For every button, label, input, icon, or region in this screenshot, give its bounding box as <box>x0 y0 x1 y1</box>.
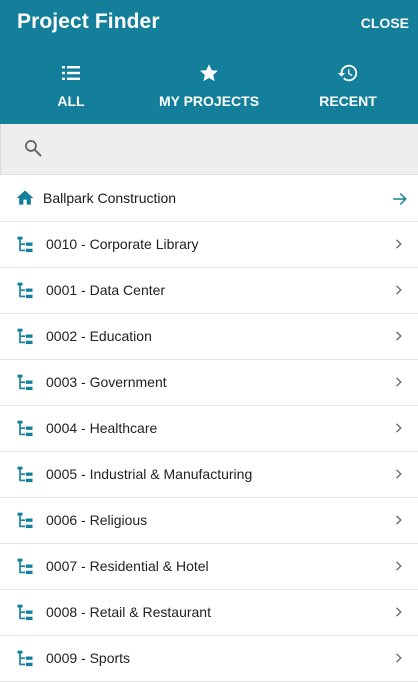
chevron-right-icon <box>392 513 406 532</box>
project-name: 0010 - Corporate Library <box>46 236 199 252</box>
project-row[interactable]: 0008 - Retail & Restaurant <box>0 590 418 636</box>
hierarchy-icon <box>15 465 35 490</box>
project-row[interactable]: 0006 - Religious <box>0 498 418 544</box>
hierarchy-icon <box>15 419 35 444</box>
hierarchy-icon <box>15 649 35 674</box>
tab-all[interactable]: ALL <box>40 62 102 120</box>
project-row[interactable]: 0010 - Corporate Library <box>0 222 418 268</box>
history-icon <box>308 62 388 86</box>
home-icon <box>15 188 35 213</box>
tab-my-projects[interactable]: MY PROJECTS <box>149 62 269 120</box>
tab-recent[interactable]: RECENT <box>308 62 388 120</box>
tab-all-label: ALL <box>57 93 85 109</box>
company-row[interactable]: Ballpark Construction <box>0 175 418 222</box>
hierarchy-icon <box>15 603 35 628</box>
list-icon <box>40 62 102 86</box>
project-row[interactable]: 0007 - Residential & Hotel <box>0 544 418 590</box>
project-row[interactable]: 0001 - Data Center <box>0 268 418 314</box>
project-name: 0007 - Residential & Hotel <box>46 558 209 574</box>
arrow-right-icon[interactable] <box>391 190 409 213</box>
project-name: 0003 - Government <box>46 374 167 390</box>
tab-my-projects-label: MY PROJECTS <box>158 93 260 109</box>
hierarchy-icon <box>15 235 35 260</box>
chevron-right-icon <box>392 605 406 624</box>
project-name: 0008 - Retail & Restaurant <box>46 604 211 620</box>
project-row[interactable]: 0002 - Education <box>0 314 418 360</box>
project-row[interactable]: 0009 - Sports <box>0 636 418 682</box>
close-button[interactable]: CLOSE <box>361 15 409 31</box>
company-name: Ballpark Construction <box>43 190 177 206</box>
hierarchy-icon <box>15 327 35 352</box>
project-name: 0006 - Religious <box>46 512 148 528</box>
app-header: Project Finder CLOSE ALL MY PROJECTS REC… <box>0 0 418 124</box>
chevron-right-icon <box>392 329 406 348</box>
star-icon <box>149 62 269 86</box>
chevron-right-icon <box>392 375 406 394</box>
project-row[interactable]: 0005 - Industrial & Manufacturing <box>0 452 418 498</box>
search-bar <box>0 124 418 175</box>
hierarchy-icon <box>15 373 35 398</box>
hierarchy-icon <box>15 281 35 306</box>
project-name: 0004 - Healthcare <box>46 420 158 436</box>
search-icon <box>23 138 43 163</box>
page-title: Project Finder <box>17 10 160 33</box>
project-name: 0005 - Industrial & Manufacturing <box>46 466 253 482</box>
hierarchy-icon <box>15 557 35 582</box>
chevron-right-icon <box>392 421 406 440</box>
project-list: Ballpark Construction 0010 - Corporate L… <box>0 175 418 682</box>
project-row[interactable]: 0003 - Government <box>0 360 418 406</box>
chevron-right-icon <box>392 559 406 578</box>
chevron-right-icon <box>392 467 406 486</box>
chevron-right-icon <box>392 237 406 256</box>
search-input[interactable] <box>52 132 406 166</box>
project-name: 0001 - Data Center <box>46 282 166 298</box>
tab-recent-label: RECENT <box>319 93 377 109</box>
chevron-right-icon <box>392 283 406 302</box>
project-name: 0002 - Education <box>46 328 152 344</box>
hierarchy-icon <box>15 511 35 536</box>
project-row[interactable]: 0004 - Healthcare <box>0 406 418 452</box>
chevron-right-icon <box>392 651 406 670</box>
